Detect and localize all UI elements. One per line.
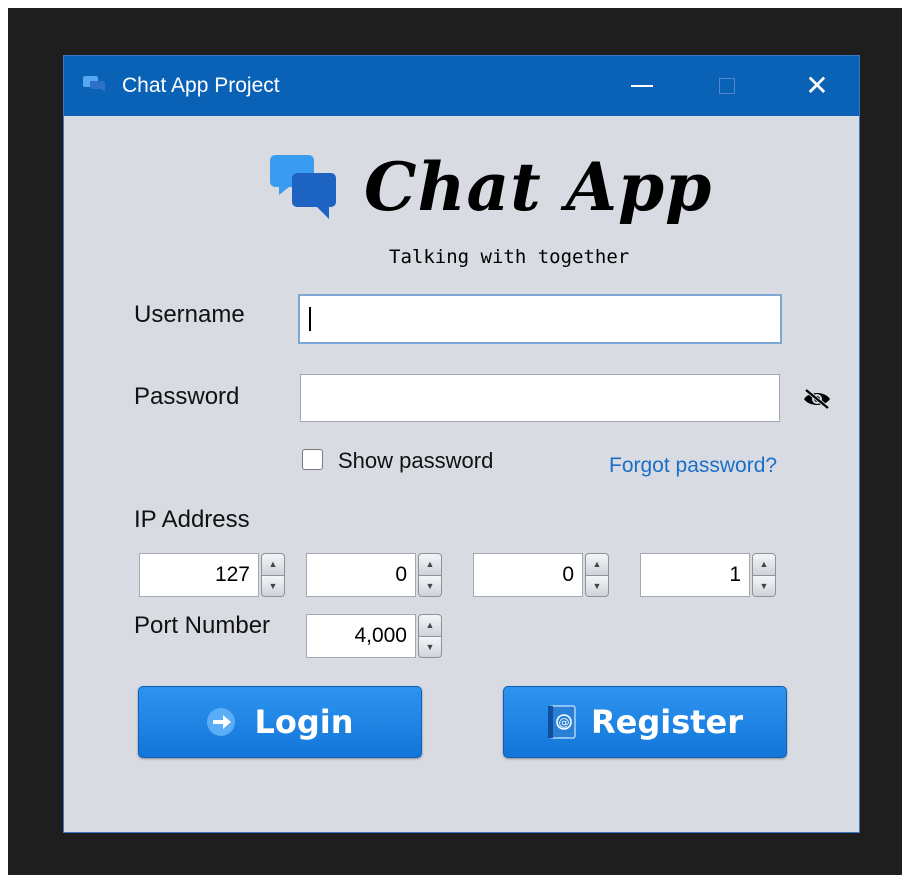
show-password-checkbox[interactable] xyxy=(302,449,323,470)
chat-bubbles-logo-icon xyxy=(270,155,336,219)
port-number-field[interactable]: 4,000 xyxy=(306,614,416,658)
increment-icon[interactable]: ▲ xyxy=(418,614,442,637)
username-label: Username xyxy=(134,301,245,328)
screen-edge-top xyxy=(0,0,902,8)
forgot-password-link[interactable]: Forgot password? xyxy=(609,454,777,478)
increment-icon[interactable]: ▲ xyxy=(585,553,609,576)
username-input[interactable] xyxy=(298,294,782,344)
maximize-button[interactable] xyxy=(704,64,750,108)
app-title: Chat App xyxy=(364,148,713,226)
login-button[interactable]: Login xyxy=(138,686,422,758)
decrement-icon[interactable]: ▼ xyxy=(418,575,442,597)
maximize-icon xyxy=(719,78,735,94)
ip-octet-4-spinner[interactable]: 1 ▲ ▼ xyxy=(640,553,788,597)
screen-edge-left xyxy=(0,0,8,875)
ip-octet-2-spinner[interactable]: 0 ▲ ▼ xyxy=(306,553,454,597)
password-label: Password xyxy=(134,383,240,410)
increment-icon[interactable]: ▲ xyxy=(261,553,285,576)
increment-icon[interactable]: ▲ xyxy=(418,553,442,576)
arrow-right-icon xyxy=(207,708,236,736)
minimize-button[interactable] xyxy=(619,64,665,108)
title-bar[interactable]: Chat App Project ✕ xyxy=(64,56,859,116)
app-subtitle: Talking with together xyxy=(389,246,630,268)
ip-octet-4-field[interactable]: 1 xyxy=(640,553,750,597)
ip-octet-3-field[interactable]: 0 xyxy=(473,553,583,597)
app-window: Chat App Project ✕ Chat App Talking with… xyxy=(63,55,860,833)
minimize-icon xyxy=(631,85,653,87)
close-icon: ✕ xyxy=(805,69,829,102)
address-book-icon: @ xyxy=(547,705,576,739)
increment-icon[interactable]: ▲ xyxy=(752,553,776,576)
password-input[interactable] xyxy=(300,374,780,422)
chat-bubbles-icon xyxy=(83,76,105,92)
login-label: Login xyxy=(254,703,354,741)
decrement-icon[interactable]: ▼ xyxy=(585,575,609,597)
ip-address-label: IP Address xyxy=(134,506,250,533)
decrement-icon[interactable]: ▼ xyxy=(418,636,442,658)
register-button[interactable]: @ Register xyxy=(503,686,787,758)
ip-octet-2-field[interactable]: 0 xyxy=(306,553,416,597)
text-caret xyxy=(309,307,311,331)
close-button[interactable]: ✕ xyxy=(794,64,840,108)
svg-text:@: @ xyxy=(558,716,569,729)
ip-octet-3-spinner[interactable]: 0 ▲ ▼ xyxy=(473,553,621,597)
register-label: Register xyxy=(590,703,744,741)
window-title: Chat App Project xyxy=(122,74,280,97)
port-number-spinner[interactable]: 4,000 ▲ ▼ xyxy=(306,614,454,658)
decrement-icon[interactable]: ▼ xyxy=(752,575,776,597)
decrement-icon[interactable]: ▼ xyxy=(261,575,285,597)
port-number-label: Port Number xyxy=(134,612,271,639)
eye-hidden-icon[interactable] xyxy=(802,388,832,410)
ip-octet-1-spinner[interactable]: 127 ▲ ▼ xyxy=(139,553,287,597)
show-password-label[interactable]: Show password xyxy=(338,448,493,474)
ip-octet-1-field[interactable]: 127 xyxy=(139,553,259,597)
